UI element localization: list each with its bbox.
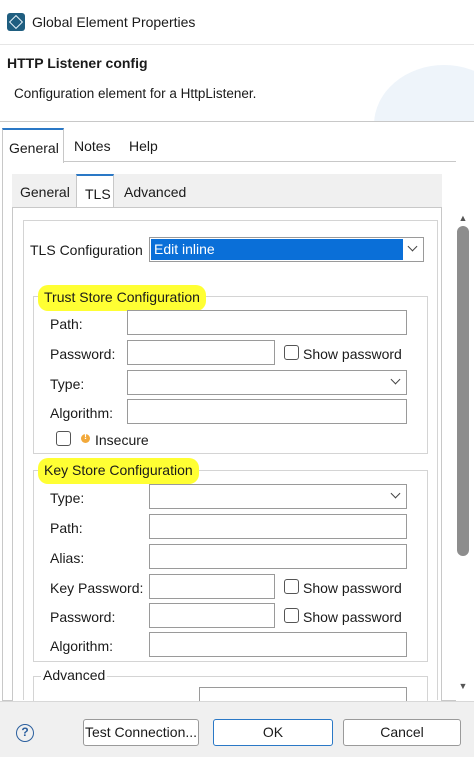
advanced-input[interactable] xyxy=(199,687,407,701)
key-algorithm-input[interactable] xyxy=(149,632,407,657)
insecure-label: Insecure xyxy=(95,432,149,448)
trust-show-password-label: Show password xyxy=(303,346,402,362)
scroll-down-icon[interactable]: ▼ xyxy=(457,681,469,691)
ok-button[interactable]: OK xyxy=(213,719,333,746)
key-alias-input[interactable] xyxy=(149,544,407,569)
trust-algorithm-label: Algorithm: xyxy=(50,405,114,421)
trust-password-label: Password: xyxy=(50,346,116,362)
scroll-up-icon[interactable]: ▲ xyxy=(457,213,469,223)
dialog-title: HTTP Listener config xyxy=(7,55,148,71)
inner-tab-general[interactable]: General xyxy=(12,174,78,208)
dialog-header: HTTP Listener config Configuration eleme… xyxy=(0,44,474,122)
trust-show-password-checkbox[interactable] xyxy=(284,345,299,360)
trust-path-label: Path: xyxy=(50,316,83,332)
scrollbar-thumb[interactable] xyxy=(457,226,469,556)
cancel-button[interactable]: Cancel xyxy=(343,719,461,746)
test-connection-button[interactable]: Test Connection... xyxy=(83,719,199,746)
trust-algorithm-input[interactable] xyxy=(127,399,407,424)
tab-help[interactable]: Help xyxy=(123,128,164,162)
inner-tab-tls[interactable]: TLS xyxy=(76,174,114,209)
trust-path-input[interactable] xyxy=(127,310,407,335)
key-store-title: Key Store Configuration xyxy=(41,461,196,481)
inner-tab-strip: General TLS Advanced xyxy=(12,174,442,209)
trust-store-title: Trust Store Configuration xyxy=(41,288,203,308)
trust-type-label: Type: xyxy=(50,376,85,392)
trust-password-input[interactable] xyxy=(127,340,275,365)
mule-app-icon xyxy=(7,13,25,31)
inner-tab-advanced[interactable]: Advanced xyxy=(116,174,194,208)
trust-type-select[interactable] xyxy=(127,370,407,395)
outer-tab-strip: General Notes Help xyxy=(0,128,474,163)
tab-general[interactable]: General xyxy=(2,128,64,163)
header-separator xyxy=(0,121,474,122)
dialog-description: Configuration element for a HttpListener… xyxy=(14,86,257,101)
keystore-show-password-checkbox[interactable] xyxy=(284,608,299,623)
key-alias-label: Alias: xyxy=(50,550,85,566)
tls-config-select[interactable]: Edit inline xyxy=(149,237,424,262)
key-algorithm-label: Algorithm: xyxy=(50,638,114,654)
chevron-down-icon xyxy=(408,243,417,252)
advanced-title: Advanced xyxy=(41,667,108,683)
chevron-down-icon xyxy=(391,376,400,385)
tab-notes[interactable]: Notes xyxy=(68,128,117,162)
help-icon[interactable]: ? xyxy=(16,724,34,742)
key-show-password-checkbox[interactable] xyxy=(284,579,299,594)
key-path-label: Path: xyxy=(50,520,83,536)
chevron-down-icon xyxy=(391,490,400,499)
header-decoration xyxy=(374,65,474,122)
key-type-label: Type: xyxy=(50,490,85,506)
keystore-show-password-label: Show password xyxy=(303,609,402,625)
insecure-checkbox[interactable] xyxy=(56,431,71,446)
key-show-password-label: Show password xyxy=(303,580,402,596)
keystore-password-label: Password: xyxy=(50,609,116,625)
title-bar: Global Element Properties xyxy=(0,0,474,44)
key-path-input[interactable] xyxy=(149,514,407,539)
window-title: Global Element Properties xyxy=(32,14,196,30)
tls-config-value: Edit inline xyxy=(151,239,403,260)
warning-icon xyxy=(81,431,90,443)
tls-config-label: TLS Configuration xyxy=(30,242,143,258)
key-password-input[interactable] xyxy=(149,574,275,599)
key-password-label: Key Password: xyxy=(50,580,144,596)
key-type-select[interactable] xyxy=(149,484,407,509)
keystore-password-input[interactable] xyxy=(149,603,275,628)
